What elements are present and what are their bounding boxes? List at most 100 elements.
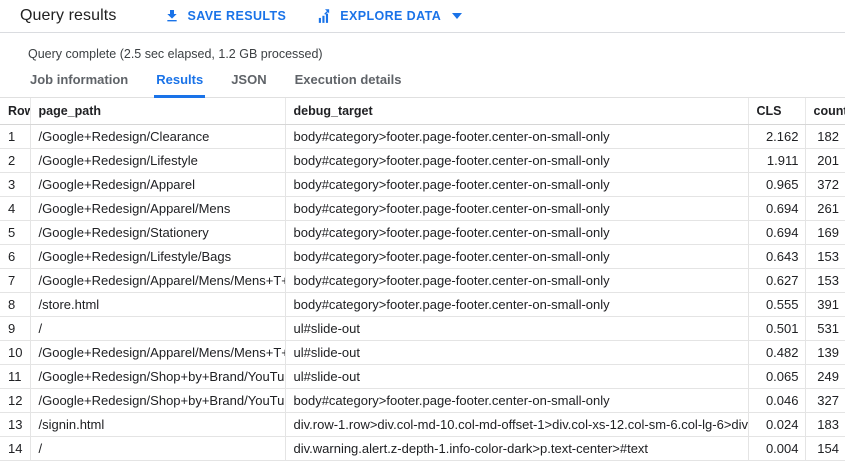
cell-row: 7 — [0, 268, 31, 293]
cell-row: 4 — [0, 196, 31, 221]
table-row: 13/signin.html div.row-1.row>div.col-md-1… — [0, 412, 845, 437]
cell-row: 5 — [0, 220, 31, 245]
cell-debug-target: ul#slide-out — [285, 340, 749, 365]
cell-debug-target: body#category>footer.page-footer.center-… — [285, 268, 749, 293]
cell-row: 9 — [0, 316, 31, 341]
table-row: 4/Google+Redesign/Apparel/Mens body#categ… — [0, 196, 845, 221]
tab-execution-details[interactable]: Execution details — [293, 72, 404, 98]
cell-count: 169 — [805, 220, 845, 245]
cell-count: 182 — [805, 124, 845, 149]
cell-count: 261 — [805, 196, 845, 221]
column-header-row: Row — [0, 98, 31, 125]
results-table: Row page_path debug_target CLS count 1/G… — [0, 98, 845, 461]
cell-page-path: /Google+Redesign/Stationery — [30, 220, 286, 245]
table-header-row: Row page_path debug_target CLS count — [0, 98, 845, 125]
table-row: 1/Google+Redesign/Clearance body#category… — [0, 124, 845, 149]
table-row: 6/Google+Redesign/Lifestyle/Bags body#cat… — [0, 244, 845, 269]
cell-cls: 0.627 — [748, 268, 806, 293]
cell-debug-target: div.row-1.row>div.col-md-10.col-md-offse… — [285, 412, 749, 437]
cell-count: 183 — [805, 412, 845, 437]
cell-count: 153 — [805, 244, 845, 269]
cell-row: 11 — [0, 364, 31, 389]
cell-row: 12 — [0, 388, 31, 413]
cell-row: 6 — [0, 244, 31, 269]
results-table-body: 1/Google+Redesign/Clearance body#category… — [0, 124, 845, 461]
table-row: 7/Google+Redesign/Apparel/Mens/Mens+T+Sh… — [0, 268, 845, 293]
cell-page-path: /Google+Redesign/Apparel — [30, 172, 286, 197]
cell-count: 154 — [805, 436, 845, 461]
cell-debug-target: body#category>footer.page-footer.center-… — [285, 388, 749, 413]
column-header-cls: CLS — [748, 98, 806, 125]
table-row: 11/Google+Redesign/Shop+by+Brand/YouTube… — [0, 364, 845, 389]
cell-count: 201 — [805, 148, 845, 173]
cell-cls: 0.065 — [748, 364, 806, 389]
cell-page-path: /Google+Redesign/Apparel/Mens — [30, 196, 286, 221]
download-icon — [164, 8, 180, 24]
cell-row: 3 — [0, 172, 31, 197]
tab-job-information[interactable]: Job information — [28, 72, 130, 98]
table-row: 14/div.warning.alert.z-depth-1.info-colo… — [0, 436, 845, 461]
cell-page-path: /Google+Redesign/Clearance — [30, 124, 286, 149]
cell-cls: 0.965 — [748, 172, 806, 197]
column-header-count: count — [805, 98, 845, 125]
cell-debug-target: body#category>footer.page-footer.center-… — [285, 244, 749, 269]
cell-page-path: /Google+Redesign/Lifestyle/Bags — [30, 244, 286, 269]
cell-debug-target: body#category>footer.page-footer.center-… — [285, 124, 749, 149]
cell-page-path: /Google+Redesign/Apparel/Mens/Mens+T+Shi… — [30, 340, 286, 365]
cell-page-path: / — [30, 436, 286, 461]
cell-debug-target: body#category>footer.page-footer.center-… — [285, 148, 749, 173]
save-results-button[interactable]: SAVE RESULTS — [158, 4, 292, 28]
cell-count: 391 — [805, 292, 845, 317]
cell-row: 13 — [0, 412, 31, 437]
cell-debug-target: body#category>footer.page-footer.center-… — [285, 172, 749, 197]
cell-cls: 0.501 — [748, 316, 806, 341]
tab-results[interactable]: Results — [154, 72, 206, 98]
cell-page-path: /Google+Redesign/Lifestyle — [30, 148, 286, 173]
cell-cls: 2.162 — [748, 124, 806, 149]
cell-cls: 0.004 — [748, 436, 806, 461]
tab-json[interactable]: JSON — [229, 72, 268, 98]
cell-row: 8 — [0, 292, 31, 317]
cell-cls: 0.694 — [748, 196, 806, 221]
cell-cls: 0.643 — [748, 244, 806, 269]
table-row: 12/Google+Redesign/Shop+by+Brand/YouTube… — [0, 388, 845, 413]
cell-debug-target: div.warning.alert.z-depth-1.info-color-d… — [285, 436, 749, 461]
cell-count: 531 — [805, 316, 845, 341]
cell-page-path: /store.html — [30, 292, 286, 317]
bar-chart-icon — [316, 8, 333, 25]
explore-data-label: EXPLORE DATA — [340, 9, 442, 23]
cell-cls: 0.555 — [748, 292, 806, 317]
cell-count: 139 — [805, 340, 845, 365]
cell-cls: 1.911 — [748, 148, 806, 173]
cell-debug-target: body#category>footer.page-footer.center-… — [285, 196, 749, 221]
page-title: Query results — [20, 7, 117, 24]
cell-debug-target: body#category>footer.page-footer.center-… — [285, 292, 749, 317]
cell-count: 249 — [805, 364, 845, 389]
cell-debug-target: ul#slide-out — [285, 316, 749, 341]
save-results-label: SAVE RESULTS — [187, 9, 287, 23]
cell-row: 2 — [0, 148, 31, 173]
cell-row: 10 — [0, 340, 31, 365]
cell-count: 327 — [805, 388, 845, 413]
table-row: 9/ul#slide-out 0.501 531 — [0, 316, 845, 341]
table-row: 5/Google+Redesign/Stationery body#categor… — [0, 220, 845, 245]
table-row: 8/store.html body#category>footer.page-fo… — [0, 292, 845, 317]
cell-count: 372 — [805, 172, 845, 197]
cell-debug-target: ul#slide-out — [285, 364, 749, 389]
cell-cls: 0.046 — [748, 388, 806, 413]
table-row: 10/Google+Redesign/Apparel/Mens/Mens+T+S… — [0, 340, 845, 365]
cell-page-path: /Google+Redesign/Shop+by+Brand/YouTube — [30, 364, 286, 389]
column-header-page-path: page_path — [30, 98, 286, 125]
cell-row: 14 — [0, 436, 31, 461]
cell-debug-target: body#category>footer.page-footer.center-… — [285, 220, 749, 245]
explore-data-button[interactable]: EXPLORE DATA — [310, 4, 468, 29]
table-row: 3/Google+Redesign/Apparel body#category>f… — [0, 172, 845, 197]
cell-cls: 0.024 — [748, 412, 806, 437]
cell-cls: 0.694 — [748, 220, 806, 245]
query-results-toolbar: Query results SAVE RESULTS EXPLORE DATA — [0, 0, 845, 33]
column-header-debug-target: debug_target — [285, 98, 749, 125]
table-row: 2/Google+Redesign/Lifestyle body#category… — [0, 148, 845, 173]
query-status-text: Query complete (2.5 sec elapsed, 1.2 GB … — [28, 47, 323, 61]
cell-cls: 0.482 — [748, 340, 806, 365]
caret-down-icon — [452, 13, 463, 19]
